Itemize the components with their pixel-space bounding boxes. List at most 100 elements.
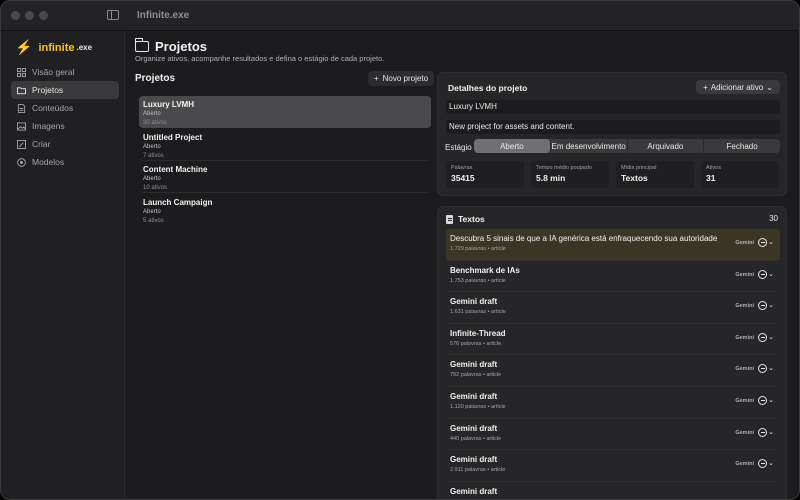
- stat-label: Ativos: [706, 165, 721, 171]
- text-title: Gemini draft: [450, 360, 498, 370]
- chevron-down-icon: ⌄: [768, 302, 774, 310]
- chevron-down-icon: ⌄: [768, 428, 774, 436]
- project-stage: Aberto: [143, 111, 161, 117]
- row-menu-button[interactable]: ⌄: [758, 332, 774, 342]
- row-menu-button[interactable]: ⌄: [758, 301, 774, 311]
- bolt-icon: ⚡: [15, 39, 33, 55]
- folder-icon: [134, 38, 149, 52]
- project-name: Untitled Project: [143, 132, 203, 142]
- sidebar-item-label: Visão geral: [32, 67, 75, 77]
- stat-card-time-saved: Tempo médio poupado 5.8 min: [531, 161, 609, 188]
- row-menu-button[interactable]: ⌄: [758, 238, 774, 247]
- row-menu-button[interactable]: ⌄: [758, 395, 774, 405]
- document-icon: [446, 214, 453, 224]
- chevron-down-icon: ⌄: [768, 365, 774, 373]
- project-name: Luxury LVMH: [143, 100, 194, 109]
- projects-heading: Projetos: [135, 73, 176, 84]
- sidebar-item-imagens[interactable]: Imagens: [11, 117, 119, 135]
- project-name-field[interactable]: [446, 100, 780, 114]
- text-row[interactable]: Gemini draft 1.631 palavras • article Gemi…: [446, 292, 780, 324]
- project-card[interactable]: Launch Campaign Aberto 5 ativos: [139, 194, 431, 226]
- project-card[interactable]: Untitled Project Aberto 7 ativos: [139, 129, 431, 161]
- sidebar-item-criar[interactable]: Criar: [11, 135, 119, 153]
- texts-title: Textos: [458, 214, 485, 224]
- text-row[interactable]: Gemini draft 440 palavras • article Gemini…: [446, 419, 780, 451]
- stage-option-fechado[interactable]: Fechado: [704, 139, 780, 153]
- project-stage: Aberto: [143, 176, 161, 182]
- project-asset-count: 10 ativos: [143, 185, 168, 191]
- stage-selector: Aberto Em desenvolvimento Arquivado Fech…: [474, 139, 780, 153]
- text-row[interactable]: Benchmark de IAs 1.753 palavras • article…: [446, 261, 780, 293]
- text-row[interactable]: Gemini draft: [446, 482, 780, 499]
- text-row[interactable]: Gemini draft 2.911 palavras • article Gemi…: [446, 450, 780, 482]
- model-badge: Gemini: [735, 240, 754, 246]
- stage-label: Estágio: [445, 143, 472, 152]
- page-title: Projetos: [155, 39, 208, 54]
- text-row[interactable]: Descubra 5 sinais de que a IA genérica e…: [446, 229, 780, 261]
- row-menu-button[interactable]: ⌄: [758, 459, 774, 469]
- project-card[interactable]: Luxury LVMH Aberto 30 ativos: [139, 96, 431, 128]
- sidebar-item-projetos[interactable]: Projetos: [11, 81, 119, 99]
- row-menu-button[interactable]: ⌄: [758, 364, 774, 374]
- sidebar-toggle-icon[interactable]: [107, 10, 119, 20]
- stage-option-em-desenvolvimento[interactable]: Em desenvolvimento: [551, 139, 628, 153]
- project-description-field[interactable]: [446, 120, 780, 134]
- text-meta: 1.120 palavras • article: [450, 403, 506, 410]
- row-menu-button[interactable]: ⌄: [758, 427, 774, 437]
- model-badge: Gemini: [735, 271, 754, 278]
- more-icon: [758, 301, 768, 311]
- more-icon: [758, 395, 768, 405]
- model-badge: Gemini: [735, 397, 754, 404]
- text-title: Gemini draft: [450, 297, 498, 307]
- new-project-label: Novo projeto: [382, 74, 429, 83]
- sidebar-item-label: Criar: [32, 139, 51, 149]
- text-title: Descubra 5 sinais de que a IA genérica e…: [450, 234, 718, 243]
- chevron-down-icon: ⌄: [768, 396, 774, 404]
- page-header: Projetos: [134, 38, 208, 54]
- text-meta: 440 palavras • article: [450, 435, 502, 442]
- text-meta: 576 palavras • article: [450, 340, 502, 347]
- stat-value: 5.8 min: [536, 173, 566, 183]
- text-row[interactable]: Infinite-Thread 576 palavras • article Gem…: [446, 324, 780, 356]
- grid-icon: [17, 67, 26, 77]
- sidebar-item-modelos[interactable]: Modelos: [11, 153, 119, 171]
- plus-icon: +: [703, 82, 708, 92]
- zoom-window-button[interactable]: [39, 11, 48, 20]
- text-title: Gemini draft: [450, 423, 498, 433]
- text-meta: 1.753 palavras • article: [450, 277, 506, 284]
- model-badge: Gemini: [735, 334, 754, 341]
- project-asset-count: 7 ativos: [143, 152, 164, 159]
- sidebar-item-label: Imagens: [32, 121, 65, 131]
- sidebar: ⚡ infinite .exe Visão geral Projetos Con…: [1, 31, 125, 499]
- sidebar-item-label: Conteúdos: [32, 103, 74, 113]
- models-icon: [17, 157, 26, 167]
- title-bar: Infinite.exe: [1, 1, 799, 31]
- more-icon: [758, 364, 768, 374]
- stage-option-aberto[interactable]: Aberto: [474, 139, 551, 153]
- add-asset-label: Adicionar ativo: [710, 82, 764, 92]
- row-menu-button[interactable]: ⌄: [758, 269, 774, 279]
- text-row[interactable]: Gemini draft 792 palavras • article Gemini…: [446, 355, 780, 387]
- text-meta: 1.631 palavras • article: [450, 309, 506, 316]
- new-project-button[interactable]: + Novo projeto: [368, 71, 434, 86]
- sidebar-nav: Visão geral Projetos Conteúdos Imagens C…: [11, 63, 119, 171]
- stat-label: Tempo médio poupado: [536, 165, 592, 171]
- model-badge: Gemini: [735, 461, 754, 468]
- minimize-window-button[interactable]: [25, 11, 34, 20]
- more-icon: [758, 332, 768, 342]
- stage-option-arquivado[interactable]: Arquivado: [628, 139, 705, 153]
- sidebar-item-visao-geral[interactable]: Visão geral: [11, 63, 119, 81]
- chevron-down-icon: ⌄: [768, 239, 774, 246]
- sidebar-item-conteudos[interactable]: Conteúdos: [11, 99, 119, 117]
- model-badge: Gemini: [735, 429, 754, 436]
- add-asset-button[interactable]: + Adicionar ativo ⌄: [696, 80, 780, 94]
- project-card[interactable]: Content Machine Aberto 10 ativos: [139, 161, 431, 193]
- more-icon: [758, 459, 768, 469]
- stat-value: 31: [706, 173, 716, 183]
- chevron-down-icon: ⌄: [768, 333, 774, 341]
- logo-text: infinite: [38, 41, 75, 54]
- text-title: Gemini draft: [450, 486, 498, 496]
- close-window-button[interactable]: [11, 11, 20, 20]
- text-row[interactable]: Gemini draft 1.120 palavras • article Gemi…: [446, 387, 780, 419]
- image-icon: [17, 121, 26, 131]
